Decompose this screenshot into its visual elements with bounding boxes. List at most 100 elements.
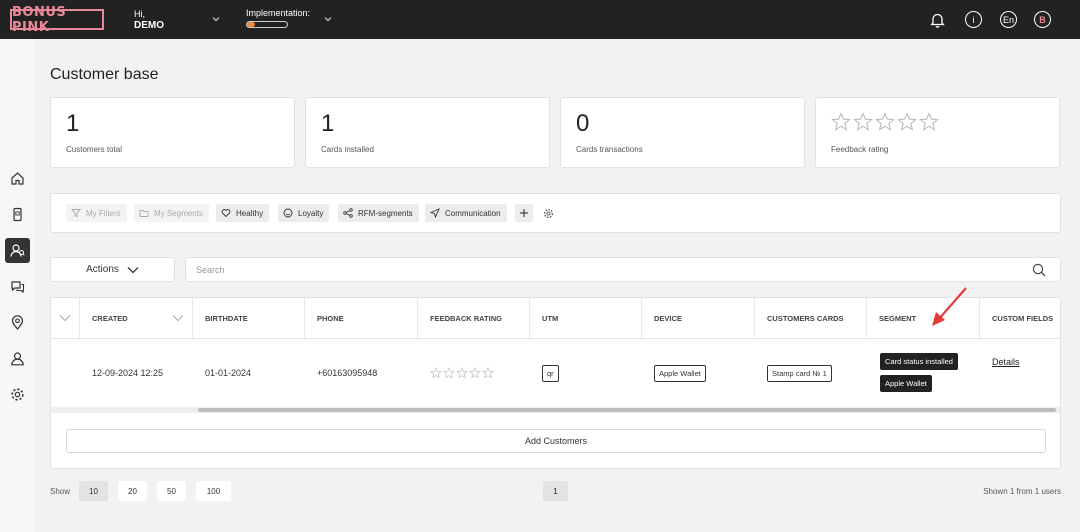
chat-icon[interactable] xyxy=(5,274,30,299)
customers-icon[interactable] xyxy=(5,238,30,263)
settings-gear-icon[interactable] xyxy=(5,382,30,407)
chevron-down-icon xyxy=(59,315,71,322)
chip-label: My Filters xyxy=(86,208,121,218)
logo[interactable]: BONUS PINK xyxy=(10,5,104,35)
page-size-10[interactable]: 10 xyxy=(79,481,108,501)
stat-feedback-rating: Feedback rating xyxy=(815,97,1060,168)
send-icon xyxy=(430,208,440,218)
implementation-progress xyxy=(246,21,288,28)
utm-tag: qr xyxy=(542,364,559,382)
card-tag: Stamp card № 1 xyxy=(767,364,832,382)
rating-stars xyxy=(430,367,494,379)
page-size-100[interactable]: 100 xyxy=(196,481,231,501)
column-header-created[interactable]: CREATED xyxy=(80,298,193,338)
plus-icon xyxy=(520,209,528,217)
stat-label: Feedback rating xyxy=(831,145,889,154)
greeting-text: Hi, xyxy=(134,9,145,19)
stat-cards-installed: 1 Cards installed xyxy=(305,97,550,168)
filter-chip-my-segments[interactable]: My Segments xyxy=(134,204,209,222)
add-filter-button[interactable] xyxy=(515,204,533,222)
rating-stars xyxy=(831,112,939,132)
search-icon[interactable] xyxy=(1032,263,1046,277)
segment-tag: Card status installed xyxy=(880,353,958,370)
column-header-utm[interactable]: UTM xyxy=(530,298,642,338)
stat-value: 0 xyxy=(576,110,590,137)
location-pin-icon[interactable] xyxy=(5,310,30,335)
chevron-down-icon[interactable] xyxy=(323,14,333,24)
column-header-customers-cards[interactable]: CUSTOMERS CARDS xyxy=(755,298,867,338)
column-header-device[interactable]: DEVICE xyxy=(642,298,755,338)
cell-segment: Card status installed Apple Wallet xyxy=(867,339,980,407)
stat-value: 1 xyxy=(66,110,80,137)
nodes-icon xyxy=(343,208,353,218)
folder-icon xyxy=(139,210,149,217)
details-link[interactable]: Details xyxy=(992,357,1020,367)
chip-label: Communication xyxy=(445,208,501,218)
stat-label: Customers total xyxy=(66,145,123,154)
shown-count: Shown 1 from 1 users xyxy=(983,487,1061,496)
user-greeting[interactable]: Hi, DEMO xyxy=(134,9,164,31)
page-size-50[interactable]: 50 xyxy=(157,481,186,501)
cell-utm: qr xyxy=(530,339,642,407)
info-icon[interactable]: i xyxy=(965,11,982,28)
add-customers-button[interactable]: Add Customers xyxy=(66,429,1046,453)
chip-label: Loyalty xyxy=(298,208,324,218)
avatar[interactable]: B xyxy=(1034,11,1051,28)
horizontal-scrollbar[interactable] xyxy=(51,407,1060,413)
chevron-down-icon[interactable] xyxy=(211,14,221,24)
implementation-label: Implementation: xyxy=(246,8,311,18)
star-icon xyxy=(919,112,939,131)
chip-label: RFM-segments xyxy=(358,208,413,218)
filter-chip-my-filters[interactable]: My Filters xyxy=(66,204,127,222)
column-header-label: CREATED xyxy=(92,313,128,323)
user-icon[interactable] xyxy=(5,346,30,371)
pagination-current-page[interactable]: 1 xyxy=(543,481,568,501)
filter-bar: My Filters My Segments Healthy Loyalty R… xyxy=(50,193,1061,233)
cell-device: Apple Wallet xyxy=(642,339,755,407)
scrollbar-thumb[interactable] xyxy=(198,408,1056,412)
stat-customers-total: 1 Customers total xyxy=(50,97,295,168)
filter-chip-communication[interactable]: Communication xyxy=(425,204,507,222)
search-bar xyxy=(185,257,1061,282)
actions-dropdown[interactable]: Actions xyxy=(50,257,175,282)
select-all-toggle[interactable] xyxy=(51,298,80,338)
column-header-phone[interactable]: PHONE xyxy=(305,298,418,338)
page-size-20[interactable]: 20 xyxy=(118,481,147,501)
cell-birthdate: 01-01-2024 xyxy=(205,368,252,378)
mobile-card-icon[interactable] xyxy=(5,202,30,227)
cell-feedback-rating xyxy=(418,339,530,407)
sort-chevron-icon xyxy=(172,315,184,322)
filter-chip-rfm-segments[interactable]: RFM-segments xyxy=(338,204,419,222)
star-icon xyxy=(831,112,851,131)
stat-label: Cards installed xyxy=(321,145,374,154)
top-bar: BONUS PINK Hi, DEMO Implementation: i En… xyxy=(0,0,1080,39)
filter-chip-healthy[interactable]: Healthy xyxy=(216,204,270,222)
star-icon xyxy=(443,367,455,379)
language-switch[interactable]: En xyxy=(1000,11,1017,28)
stat-value: 1 xyxy=(321,110,335,137)
show-label: Show xyxy=(50,487,71,496)
star-icon xyxy=(897,112,917,131)
star-icon xyxy=(430,367,442,379)
star-icon xyxy=(853,112,873,131)
smile-icon xyxy=(283,208,293,218)
sidebar xyxy=(0,39,35,532)
column-header-birthdate[interactable]: BIRTHDATE xyxy=(193,298,305,338)
search-input[interactable] xyxy=(196,262,1016,278)
chevron-down-icon xyxy=(127,266,139,273)
bell-icon[interactable] xyxy=(929,11,946,28)
filter-settings-gear-icon[interactable] xyxy=(543,208,554,219)
cell-phone: +60163095948 xyxy=(317,368,378,378)
actions-label: Actions xyxy=(86,264,119,275)
page-title: Customer base xyxy=(50,66,159,83)
heart-icon xyxy=(221,209,231,218)
star-icon xyxy=(456,367,468,379)
cell-created: 12-09-2024 12:25 xyxy=(92,368,164,378)
column-header-feedback-rating[interactable]: FEEDBACK RATING xyxy=(418,298,530,338)
home-icon[interactable] xyxy=(5,166,30,191)
star-icon xyxy=(875,112,895,131)
star-icon xyxy=(482,367,494,379)
annotation-arrow-icon xyxy=(932,287,967,326)
filter-chip-loyalty[interactable]: Loyalty xyxy=(278,204,330,222)
cell-custom-fields: Details xyxy=(980,328,1060,396)
